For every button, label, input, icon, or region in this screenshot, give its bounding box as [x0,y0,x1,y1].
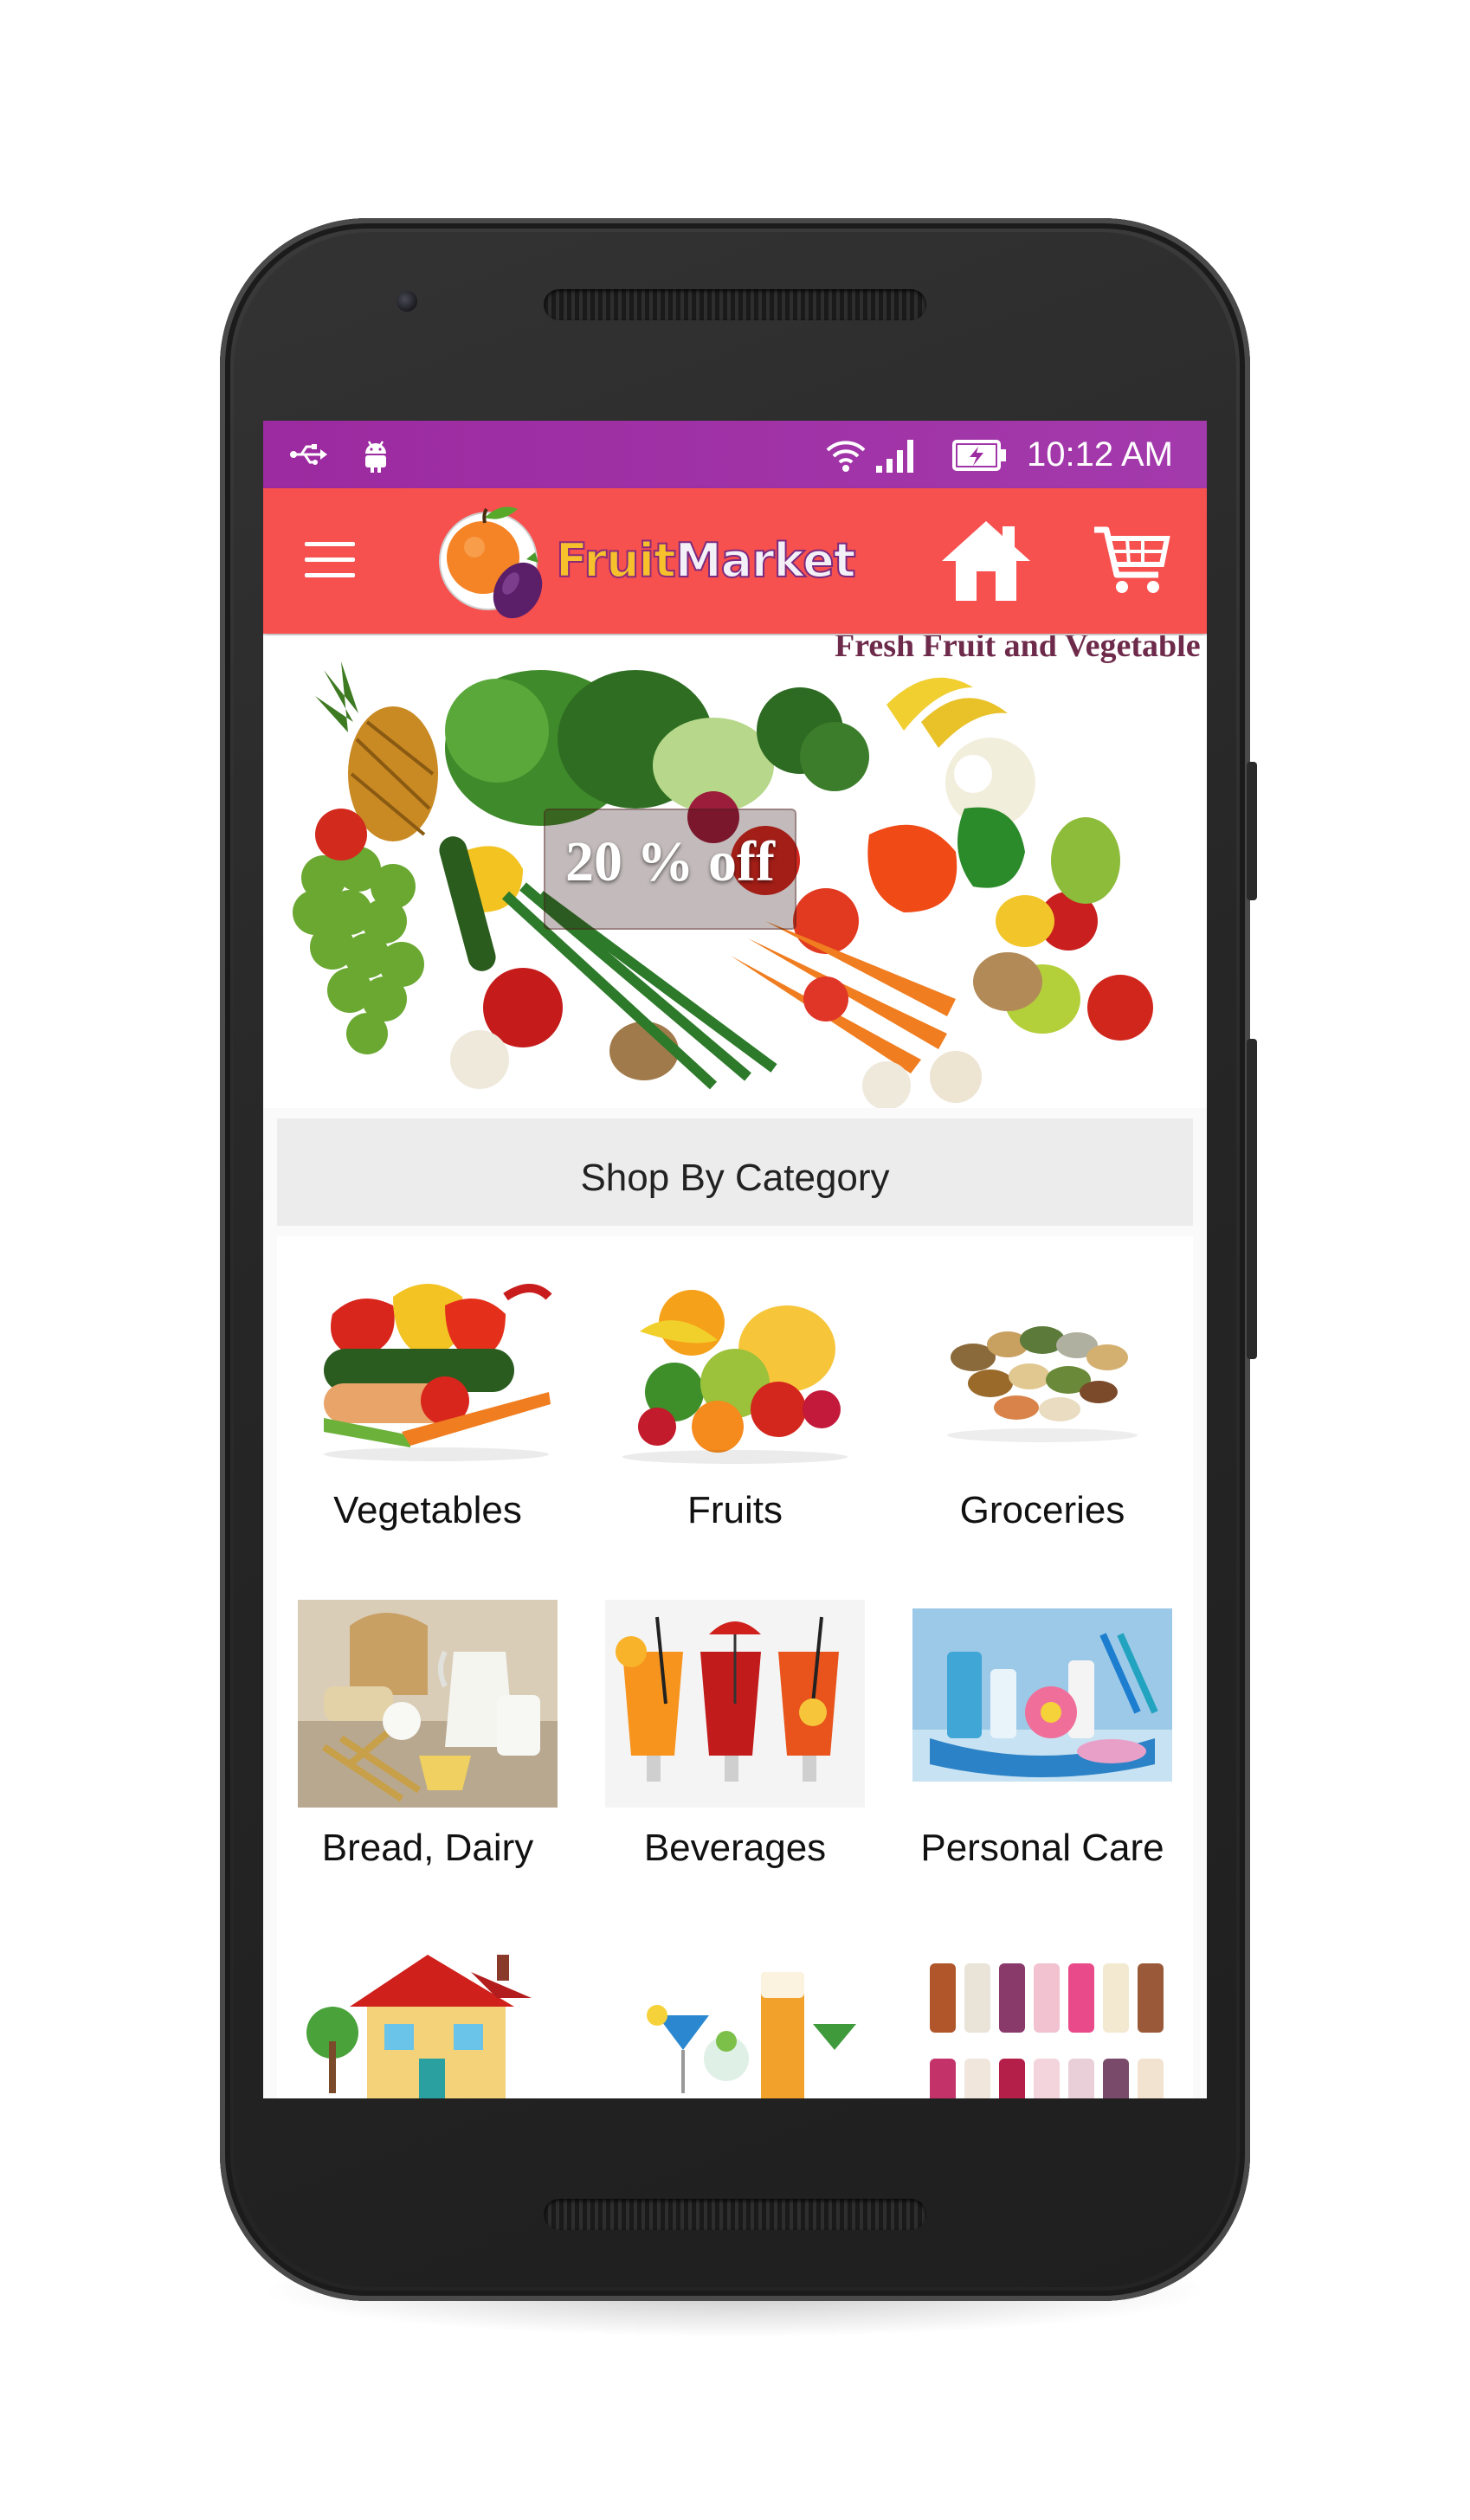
wifi-icon [826,441,866,472]
status-clock: 10:12 AM [1027,435,1174,474]
promo-banner[interactable]: Fresh Fruit and Vegetable 20 % off [263,635,1207,1108]
category-item-beverages[interactable]: Beverages [596,1574,874,1911]
home-icon[interactable] [938,518,1034,604]
logo-orange-eggplant-icon [439,506,543,619]
category-item-bread-dairy[interactable]: Bread, Dairy [289,1574,566,1911]
logo-wordmark: FruitMarket [555,532,857,589]
personal-care-thumbnail [912,1608,1172,1782]
bread-dairy-thumbnail [298,1600,558,1808]
category-item-groceries[interactable]: Groceries [904,1236,1181,1574]
banner-tagline: Fresh Fruit and Vegetable [835,635,1201,664]
vegetables-thumbnail [324,1284,552,1461]
category-item-drinks[interactable] [596,1911,874,2098]
category-label: Groceries [959,1489,1125,1531]
hamburger-menu-icon [305,542,355,546]
beverages-thumbnail [605,1600,865,1808]
category-title: Shop By Category [580,1157,890,1199]
status-bar: 10:12 AM [263,421,1207,488]
category-grid: Vegetables Fruits Groceries Bread, Dairy… [277,1236,1193,2098]
volume-rocker [1247,1039,1257,1359]
category-item-cosmetics[interactable] [904,1911,1181,2098]
bottom-speaker-grille [544,2199,926,2230]
promo-text: 20 % off [565,830,775,893]
shopping-cart-icon[interactable] [1093,523,1170,597]
category-header: Shop By Category [277,1118,1193,1226]
fruits-thumbnail [622,1290,848,1464]
app-screen: 10:12 AM FruitMarket Fresh Fruit and Veg… [263,421,1207,2098]
category-item-vegetables[interactable]: Vegetables [289,1236,566,1574]
fruit-market-logo: FruitMarket [435,497,857,627]
usb-icon [290,444,327,465]
android-debug-icon [365,441,386,473]
menu-button[interactable] [305,542,355,580]
category-item-home[interactable] [289,1911,566,2098]
power-button [1247,762,1257,900]
drinks-thumbnail [647,1972,856,2098]
front-camera [397,291,417,312]
category-label: Beverages [643,1827,827,1869]
category-label: Personal Care [920,1827,1164,1869]
category-label: Vegetables [333,1489,522,1531]
app-toolbar: FruitMarket [263,488,1207,634]
promo-badge: 20 % off [544,809,796,930]
groceries-thumbnail [947,1326,1138,1442]
signal-icon [876,440,913,473]
category-item-fruits[interactable]: Fruits [596,1236,874,1574]
top-speaker-grille [544,289,926,320]
house-thumbnail [306,1955,532,2098]
category-label: Fruits [687,1489,783,1531]
battery-charging-icon [952,440,1006,471]
category-label: Bread, Dairy [321,1827,534,1869]
category-item-personal-care[interactable]: Personal Care [904,1574,1181,1911]
cosmetics-thumbnail [930,1963,1164,2098]
